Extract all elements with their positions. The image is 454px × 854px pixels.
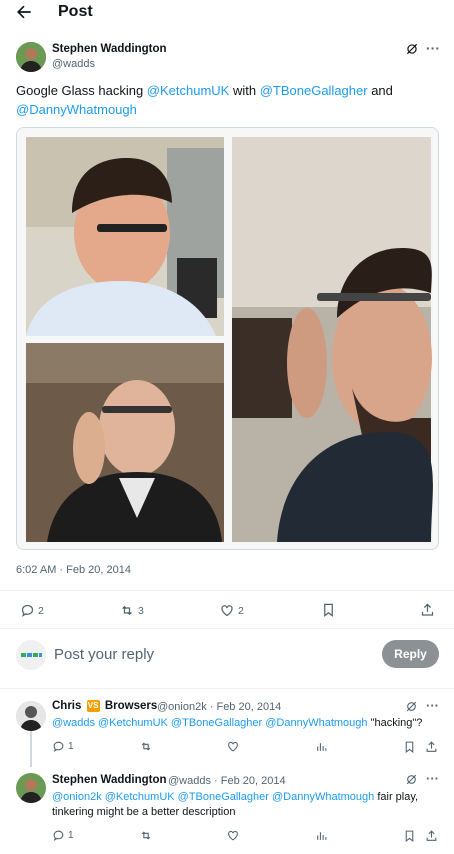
repost-count: 3 [138,605,144,617]
photo-bottom-left [26,343,224,542]
more-icon[interactable]: ··· [426,698,439,713]
photo-collage[interactable] [17,128,439,550]
post-timestamp[interactable]: 6:02 AM · Feb 20, 2014 [16,564,131,576]
post-text-part: with [229,83,260,98]
share-icon[interactable] [425,829,438,843]
mention-link[interactable]: @TBoneGallagher [260,83,368,98]
reply-icon[interactable] [52,829,65,842]
reply-button[interactable]: Reply [382,640,439,668]
share-icon[interactable] [420,602,435,618]
avatar[interactable] [16,42,46,72]
name-part: Chris [52,700,82,712]
photo-top-left [26,137,224,336]
post-text-part: and [367,83,393,98]
arrow-left-icon[interactable] [14,2,34,22]
post-text-part: Google Glass hacking [16,83,147,98]
post-media[interactable] [16,127,439,550]
page-title: Post [58,3,93,20]
mention-link[interactable]: @KetchumUK [147,83,230,98]
post-text: Google Glass hacking @KetchumUK with @TB… [16,81,436,119]
avatar[interactable] [16,701,46,731]
reply-author-name[interactable]: Stephen Waddington [52,774,167,786]
bookmark-icon[interactable] [403,829,416,843]
photo-right [232,137,433,542]
grok-icon[interactable] [405,773,418,786]
like-icon[interactable] [226,740,240,753]
reply-count: 1 [68,741,74,752]
reply-icon[interactable] [20,603,35,618]
reply-input[interactable]: Post your reply [54,646,154,663]
current-user-avatar[interactable] [16,640,46,670]
repost-icon[interactable] [139,740,153,753]
reply-body: tinkering might be a better description [52,806,236,818]
bookmark-icon[interactable] [403,740,416,754]
mention-links[interactable]: @wadds @KetchumUK @TBoneGallagher @Danny… [52,717,368,729]
reply-text: @onion2k @KetchumUK @TBoneGallagher @Dan… [52,790,447,820]
reply-count: 2 [38,605,44,617]
thread-line [30,731,32,767]
reply-count: 1 [68,830,74,841]
divider [0,688,454,689]
repost-icon[interactable] [119,603,135,618]
bookmark-icon[interactable] [321,602,336,618]
mention-link[interactable]: @DannyWhatmough [16,102,137,117]
reply-icon[interactable] [52,740,65,753]
reply-author-name[interactable]: Chris VS Browsers [52,700,157,712]
reply-handle-date[interactable]: @onion2k · Feb 20, 2014 [157,701,281,713]
views-icon[interactable] [315,829,328,842]
divider [0,590,454,591]
reply-handle-date[interactable]: @wadds · Feb 20, 2014 [168,775,286,787]
top-bar: Post [0,0,454,28]
more-icon[interactable]: ··· [426,40,440,56]
author-name[interactable]: Stephen Waddington [52,43,167,55]
mention-links[interactable]: @onion2k @KetchumUK @TBoneGallagher @Dan… [52,791,374,803]
like-count: 2 [238,605,244,617]
reply-body: "hacking"? [367,717,423,729]
more-icon[interactable]: ··· [426,771,439,786]
author-handle[interactable]: @wadds [52,58,95,70]
views-icon[interactable] [315,740,328,753]
name-part: Browsers [104,700,158,712]
vs-badge: VS [86,700,100,712]
grok-icon[interactable] [405,700,418,713]
reply-text: @wadds @KetchumUK @TBoneGallagher @Danny… [52,716,447,731]
divider [0,628,454,629]
reply-body: fair play, [374,791,419,803]
like-icon[interactable] [219,603,235,618]
repost-icon[interactable] [139,829,153,842]
share-icon[interactable] [425,740,438,754]
avatar[interactable] [16,773,46,803]
like-icon[interactable] [226,829,240,842]
grok-icon[interactable] [405,42,419,56]
